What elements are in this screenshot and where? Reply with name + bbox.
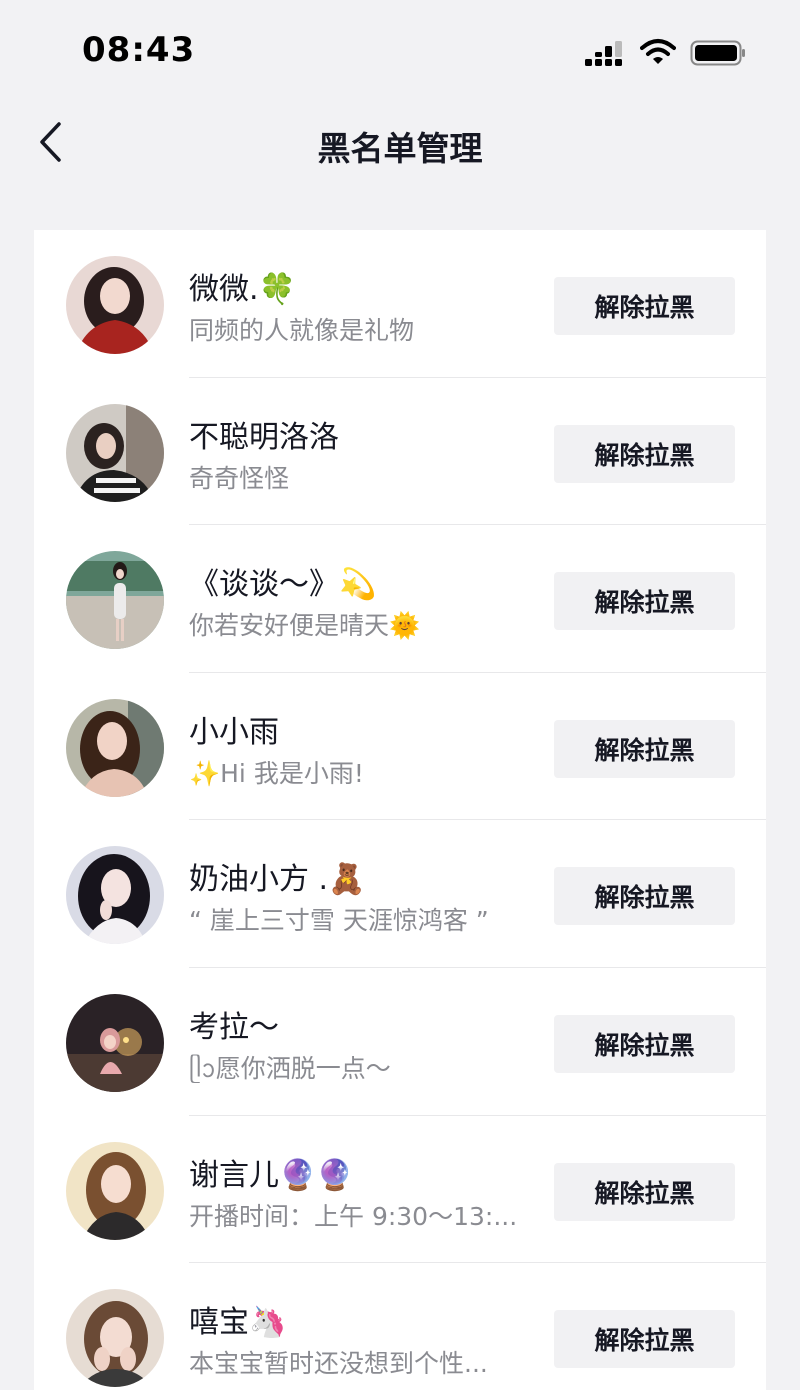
blocked-user-row: 小小雨 ✨Hi 我是小雨! 解除拉黑 xyxy=(34,673,766,821)
user-name: 谢言儿🔮🔮 xyxy=(189,1157,354,1193)
nav-bar: 黑名单管理 xyxy=(0,100,800,190)
status-bar: 08:43 xyxy=(0,0,800,100)
blocked-user-row: 谢言儿🔮🔮 开播时间：上午 9:30～13:... 解除拉黑 xyxy=(34,1116,766,1264)
avatar[interactable] xyxy=(66,1141,164,1240)
unblock-button[interactable]: 解除拉黑 xyxy=(554,1310,735,1369)
status-time: 08:43 xyxy=(82,30,196,70)
avatar[interactable] xyxy=(66,698,164,797)
blocked-user-list: 微微.🍀 同频的人就像是礼物 解除拉黑 不聪明洛洛 奇奇怪怪 解除拉黑 《谈谈～… xyxy=(34,230,766,1390)
avatar[interactable] xyxy=(66,1289,164,1388)
user-signature: “ 崖上三寸雪 天涯惊鸿客 ” xyxy=(189,906,489,936)
unblock-button[interactable]: 解除拉黑 xyxy=(554,424,735,483)
blocked-user-row: 微微.🍀 同频的人就像是礼物 解除拉黑 xyxy=(34,230,766,378)
user-signature: ᥫᩣ愿你洒脱一点～ xyxy=(189,1053,391,1083)
user-name: 小小雨 xyxy=(189,714,279,750)
blocked-user-row: 奶油小方 .🧸 “ 崖上三寸雪 天涯惊鸿客 ” 解除拉黑 xyxy=(34,820,766,968)
user-signature: 同频的人就像是礼物 xyxy=(189,316,415,345)
user-name: 考拉～ xyxy=(189,1009,279,1045)
blocked-user-row: 不聪明洛洛 奇奇怪怪 解除拉黑 xyxy=(34,378,766,526)
unblock-button[interactable]: 解除拉黑 xyxy=(554,867,735,926)
wifi-icon xyxy=(640,39,676,64)
cellular-signal-icon xyxy=(585,41,622,66)
user-name: 《谈谈～》💫 xyxy=(189,567,377,603)
battery-icon xyxy=(690,40,745,66)
unblock-button[interactable]: 解除拉黑 xyxy=(554,572,735,631)
user-name: 微微.🍀 xyxy=(189,272,296,307)
avatar[interactable] xyxy=(66,993,164,1092)
user-name: 嘻宝🦄 xyxy=(189,1305,287,1341)
user-signature: 开播时间：上午 9:30～13:... xyxy=(189,1201,518,1231)
user-signature: ✨Hi 我是小雨! xyxy=(189,758,364,788)
unblock-button[interactable]: 解除拉黑 xyxy=(554,277,735,335)
unblock-button[interactable]: 解除拉黑 xyxy=(554,1162,735,1221)
user-signature: 奇奇怪怪 xyxy=(189,463,290,493)
avatar[interactable] xyxy=(66,846,164,945)
user-name: 奶油小方 .🧸 xyxy=(189,862,366,898)
user-name: 不聪明洛洛 xyxy=(189,419,339,455)
page-title: 黑名单管理 xyxy=(317,129,483,168)
avatar[interactable] xyxy=(66,256,164,354)
avatar[interactable] xyxy=(66,551,164,650)
user-signature: 你若安好便是晴天🌞 xyxy=(189,611,421,641)
user-signature: 本宝宝暂时还没想到个性... xyxy=(189,1349,488,1379)
unblock-button[interactable]: 解除拉黑 xyxy=(554,1014,735,1073)
blocked-user-row: 考拉～ ᥫᩣ愿你洒脱一点～ 解除拉黑 xyxy=(34,968,766,1116)
unblock-button[interactable]: 解除拉黑 xyxy=(554,719,735,778)
avatar[interactable] xyxy=(66,403,164,502)
blocked-user-row: 嘻宝🦄 本宝宝暂时还没想到个性... 解除拉黑 xyxy=(34,1263,766,1390)
blocked-user-row: 《谈谈～》💫 你若安好便是晴天🌞 解除拉黑 xyxy=(34,525,766,673)
